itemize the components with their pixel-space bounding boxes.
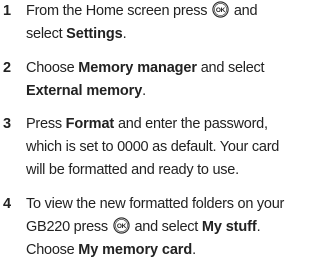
step-text: To view the new formatted folders on you… [26,193,302,262]
step-line: Press Format and enter the password, [26,113,302,136]
text-run: and select [134,219,199,235]
text-run: GB220 press [26,219,108,235]
text-run: and select [200,60,265,76]
text-run: select [26,26,63,42]
ok-key-icon: OK [212,1,229,18]
text-run: and [233,3,258,19]
ok-key-icon: OK [113,217,130,234]
step-line: To view the new formatted folders on you… [26,196,285,212]
text-run: From the Home screen press [26,3,208,19]
step-number: 2 [3,60,12,76]
menu-item-external-memory: External memory [26,83,143,99]
step-text: From the Home screen press OK and select… [26,0,302,46]
menu-item-my-stuff: My stuff [201,219,257,235]
menu-item-format: Format [65,116,115,132]
step-text: Choose Memory manager and select Externa… [26,57,302,103]
menu-item-my-memory-card: My memory card [78,242,193,258]
step-number: 3 [3,116,12,132]
step-text: Press Format and enter the password, whi… [26,113,302,182]
text-run: Choose [26,242,75,258]
step-number: 1 [3,3,12,19]
instruction-list: 1 From the Home screen press OK and sele… [0,0,302,265]
text-run: Press [26,116,62,132]
text-run: . [256,219,261,235]
step-line: External memory. [26,80,302,103]
text-run: . [142,83,146,99]
step-line: GB220 press OK and select My stuff. [26,216,302,239]
menu-item-memory-manager: Memory manager [78,60,197,76]
text-run: Choose [26,60,75,76]
step-line: which is set to 0000 as default. Your ca… [26,139,280,155]
step-line: will be formatted and ready to use. [26,162,239,178]
step-number: 4 [3,196,12,212]
step-line: Choose Memory manager and select [26,57,302,80]
text-run: and enter the password, [117,116,268,132]
text-run: . [122,26,127,42]
svg-text:OK: OK [216,7,226,14]
step-line: select Settings. [26,23,302,46]
step-line: From the Home screen press OK and [26,0,302,23]
text-run: . [192,242,196,258]
svg-text:OK: OK [117,223,127,230]
menu-item-settings: Settings [66,26,123,42]
step-line: Choose My memory card. [26,239,302,262]
